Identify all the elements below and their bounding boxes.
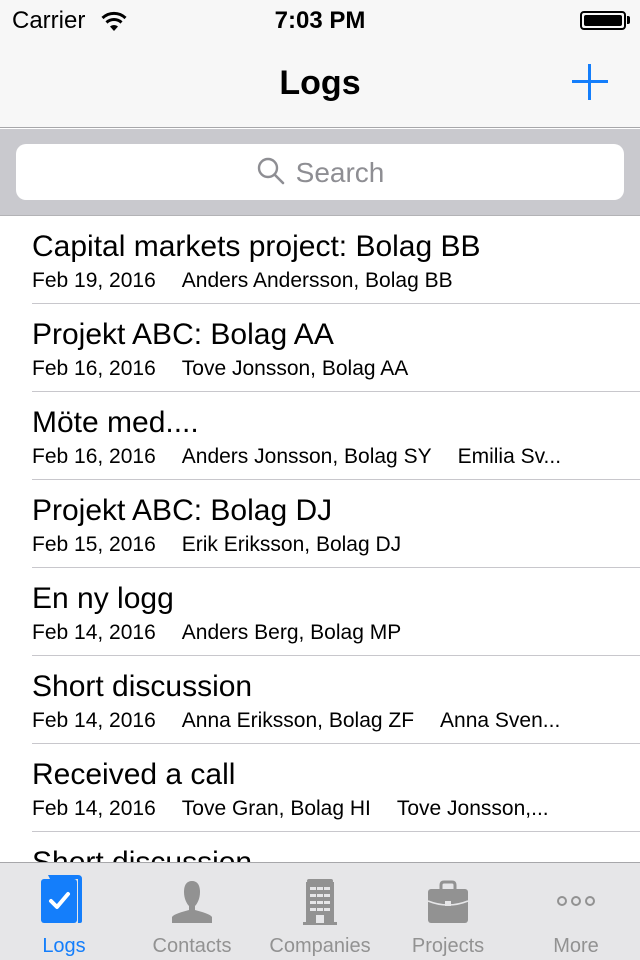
- log-participant: Emilia Sv...: [457, 445, 562, 468]
- tab-companies[interactable]: Companies: [256, 863, 384, 960]
- log-row[interactable]: Projekt ABC: Bolag DJ Feb 15, 2016 Erik E…: [0, 480, 640, 568]
- log-participant: Anna Eriksson, Bolag ZF: [181, 709, 415, 732]
- log-title: Projekt ABC: Bolag DJ: [32, 494, 333, 527]
- status-bar: Carrier 7:03 PM: [0, 0, 640, 40]
- search-input[interactable]: Search: [16, 144, 624, 200]
- log-date: Feb 15, 2016: [32, 533, 156, 556]
- logs-list[interactable]: Capital markets project: Bolag BB Feb 19…: [0, 216, 640, 862]
- log-row[interactable]: En ny logg Feb 14, 2016 Anders Berg, Bola…: [0, 568, 640, 656]
- tab-label: Projects: [411, 935, 485, 957]
- log-participant: Tove Jonsson, Bolag AA: [181, 357, 409, 380]
- battery-icon: [580, 11, 626, 30]
- tab-label: Logs: [42, 935, 86, 957]
- tab-bar: Logs Contacts Companies Projects More: [0, 862, 640, 960]
- log-date: Feb 16, 2016: [32, 445, 156, 468]
- search-bar: Search: [0, 129, 640, 216]
- tab-label: Companies: [269, 935, 371, 957]
- log-participant: Anders Andersson, Bolag BB: [181, 269, 453, 292]
- battery-tip: [627, 16, 630, 24]
- status-time: 7:03 PM: [274, 7, 366, 34]
- log-participant: Anders Berg, Bolag MP: [181, 621, 402, 644]
- tab-label: Contacts: [152, 935, 232, 957]
- tab-more[interactable]: More: [512, 863, 640, 960]
- log-row[interactable]: Capital markets project: Bolag BB Feb 19…: [0, 216, 640, 304]
- log-title: Möte med....: [32, 406, 199, 439]
- log-row[interactable]: Short discussion: [0, 832, 640, 862]
- navigation-bar: Logs: [0, 40, 640, 128]
- log-date: Feb 14, 2016: [32, 797, 156, 820]
- log-participant: Anders Jonsson, Bolag SY: [181, 445, 432, 468]
- person-icon: [172, 881, 212, 923]
- log-date: Feb 16, 2016: [32, 357, 156, 380]
- tab-label: More: [553, 935, 599, 957]
- log-date: Feb 14, 2016: [32, 621, 156, 644]
- log-row[interactable]: Projekt ABC: Bolag AA Feb 16, 2016 Tove J…: [0, 304, 640, 392]
- log-date: Feb 14, 2016: [32, 709, 156, 732]
- search-icon: [257, 157, 284, 185]
- log-row[interactable]: Received a call Feb 14, 2016 Tove Gran, B…: [0, 744, 640, 832]
- search-placeholder: Search: [295, 157, 385, 188]
- log-participant: Erik Eriksson, Bolag DJ: [181, 533, 402, 556]
- log-title: Capital markets project: Bolag BB: [32, 230, 481, 263]
- log-title: Short discussion: [32, 670, 253, 703]
- log-title: En ny logg: [32, 582, 174, 615]
- log-title: Short discussion: [32, 846, 252, 862]
- tab-projects[interactable]: Projects: [384, 863, 512, 960]
- log-participant: Anna Sven...: [440, 709, 561, 732]
- add-log-button[interactable]: [568, 60, 612, 104]
- log-row[interactable]: Möte med.... Feb 16, 2016 Anders Jonsson,…: [0, 392, 640, 480]
- log-row[interactable]: Short discussion Feb 14, 2016 Anna Erikss…: [0, 656, 640, 744]
- logbook-check-icon: [41, 875, 82, 923]
- page-title: Logs: [279, 64, 361, 102]
- tab-logs[interactable]: Logs: [0, 863, 128, 960]
- log-title: Projekt ABC: Bolag AA: [32, 318, 334, 351]
- log-title: Received a call: [32, 758, 236, 791]
- tab-contacts[interactable]: Contacts: [128, 863, 256, 960]
- log-participant: Tove Jonsson,...: [396, 797, 549, 820]
- log-date: Feb 19, 2016: [32, 269, 156, 292]
- briefcase-icon: [427, 880, 469, 923]
- more-dots-icon: [557, 896, 595, 906]
- building-icon: [303, 879, 337, 925]
- log-participant: Tove Gran, Bolag HI: [181, 797, 371, 820]
